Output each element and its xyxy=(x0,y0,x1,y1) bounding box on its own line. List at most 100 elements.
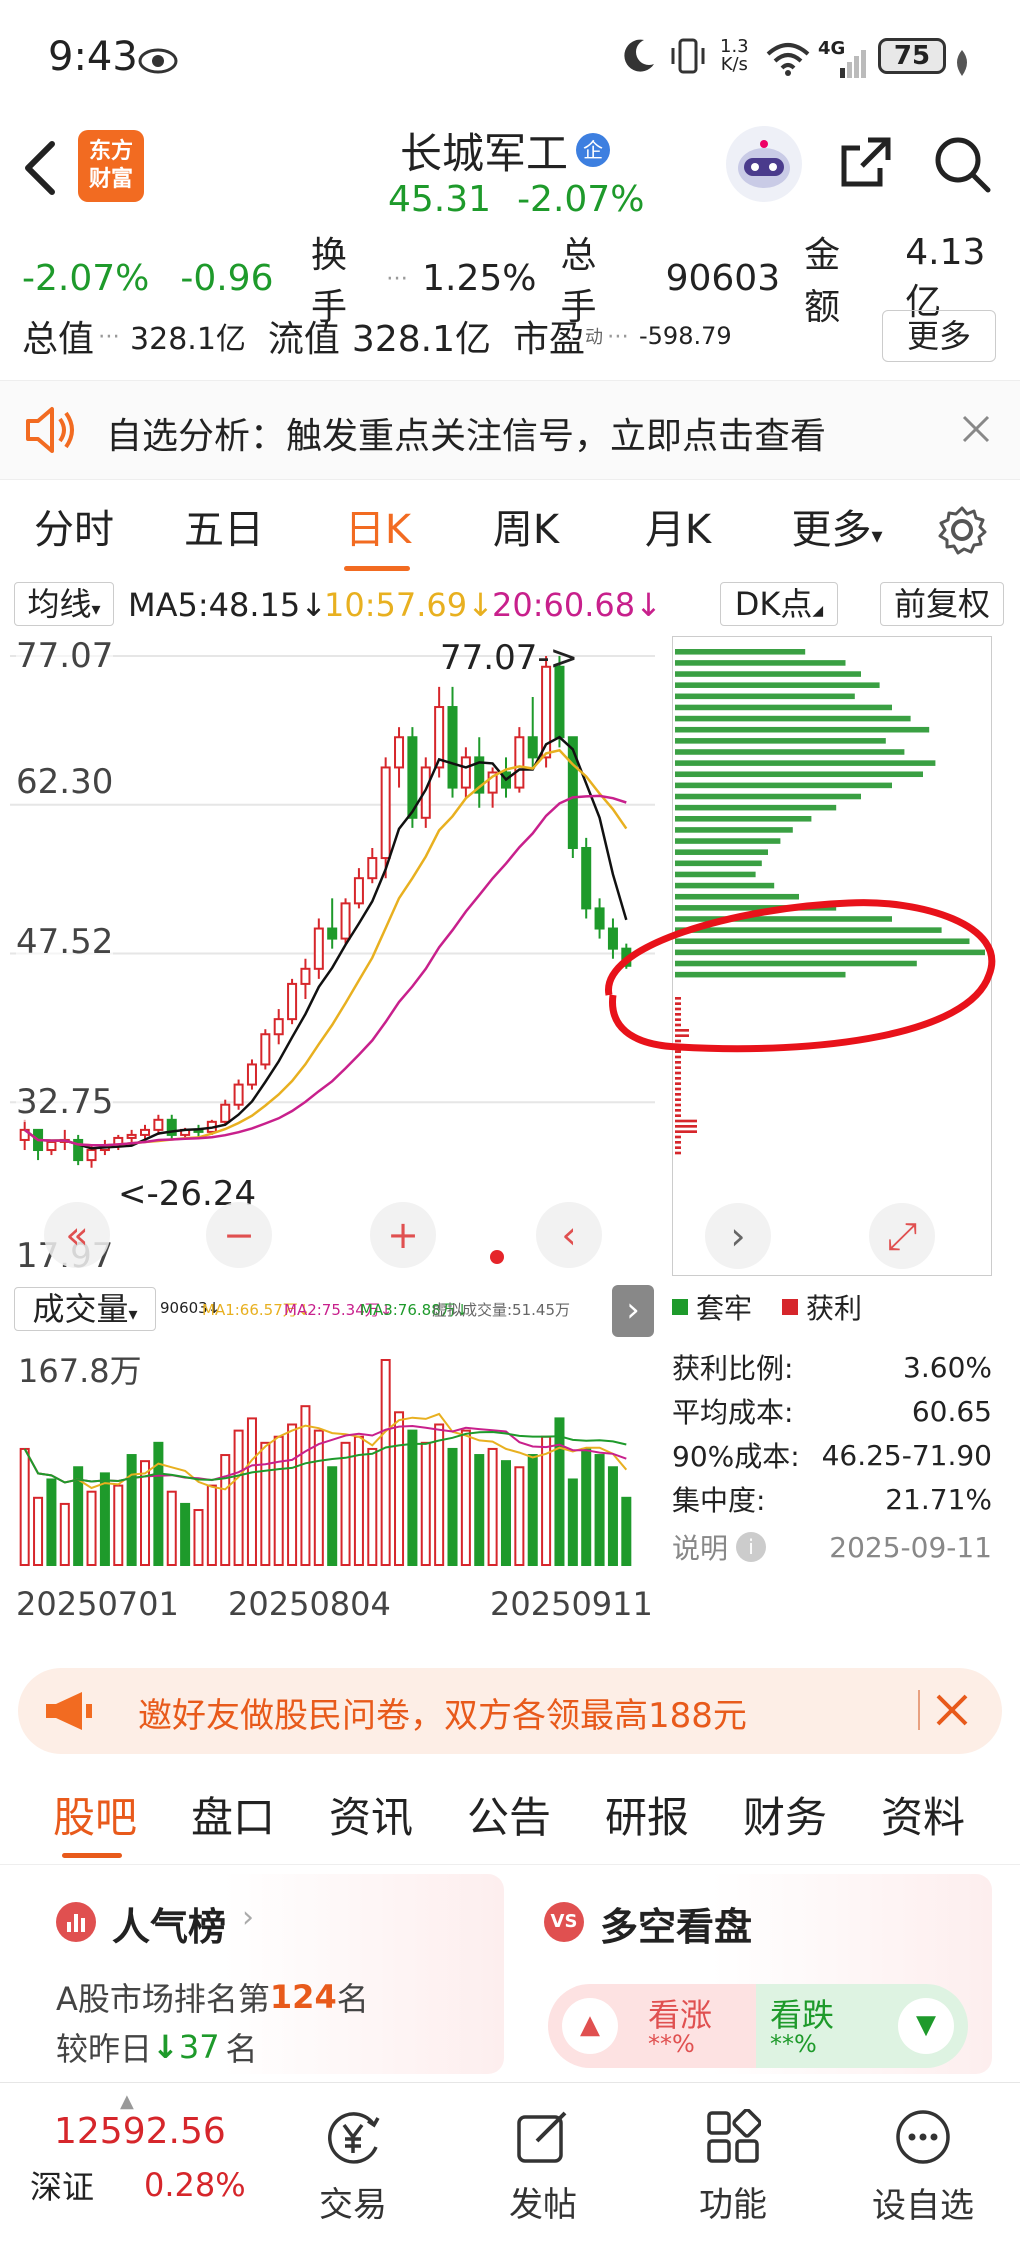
expand-panel-button[interactable]: › xyxy=(612,1285,654,1337)
volume-bar xyxy=(380,1359,391,1566)
more-quote-button[interactable]: 更多 xyxy=(882,310,996,362)
robot-assistant-icon[interactable] xyxy=(726,126,802,202)
tab-pankou[interactable]: 盘口 xyxy=(178,1775,288,1861)
nav-add-watchlist[interactable]: 设自选 xyxy=(848,2083,998,2251)
candle-body xyxy=(353,877,364,905)
chip-green-bar xyxy=(675,793,861,800)
volume-bar xyxy=(193,1509,204,1566)
volume-max-label: 167.8万 xyxy=(18,1352,142,1390)
zoom-out-button[interactable]: − xyxy=(206,1202,272,1268)
signal-icon xyxy=(838,42,868,88)
rank-suffix: 名 xyxy=(336,1980,369,2018)
tab-research[interactable]: 研报 xyxy=(592,1775,702,1861)
share-icon[interactable] xyxy=(838,134,894,194)
zoom-in-button[interactable]: + xyxy=(370,1202,436,1268)
volume-bar xyxy=(33,1496,44,1566)
tab-news[interactable]: 资讯 xyxy=(316,1775,426,1861)
tab-guba[interactable]: 股吧 xyxy=(40,1775,150,1861)
gear-icon[interactable] xyxy=(936,504,988,566)
quote-row-2: 总值 ⋯ 328.1亿 流值 328.1亿 市盈 动 ⋯ -598.79 xyxy=(22,308,732,364)
volume-chart[interactable]: 167.8万 xyxy=(10,1340,655,1570)
tab-daily-k[interactable]: 日K xyxy=(318,490,438,570)
nav-trade[interactable]: 交易 xyxy=(278,2083,428,2251)
volume-bar xyxy=(86,1490,97,1567)
info-icon[interactable]: ⋯ xyxy=(607,324,629,349)
bull-bear-card[interactable]: VS 多空看盘 ▲ 看涨 **% 看跌 **% ▼ xyxy=(524,1874,992,2074)
dk-point-button[interactable]: DK点◢ xyxy=(720,582,838,626)
chip-green-bar xyxy=(675,827,793,833)
chip-stat-label: 平均成本: xyxy=(672,1396,794,1429)
battery-indicator: 75 xyxy=(878,38,946,74)
tab-weekly-k[interactable]: 周K xyxy=(466,490,586,570)
high-annotation: 77.07-> xyxy=(440,638,579,678)
tab-five-day[interactable]: 五日 xyxy=(164,490,284,570)
volume-bar xyxy=(487,1447,498,1566)
nav-post[interactable]: 发帖 xyxy=(468,2083,618,2251)
rewind-button[interactable]: « xyxy=(44,1202,110,1268)
chip-distribution[interactable]: › ⤢ xyxy=(605,636,996,1276)
index-ticker[interactable]: 12592.56 深证 0.28% xyxy=(30,2111,290,2231)
volume-selector[interactable]: 成交量▾ xyxy=(14,1287,156,1331)
ma20-text: 20:60.68 xyxy=(492,586,636,624)
scroll-right-button[interactable]: › xyxy=(705,1203,771,1269)
tab-intraday[interactable]: 分时 xyxy=(14,490,134,570)
tab-profile[interactable]: 资料 xyxy=(868,1775,978,1861)
logo-line2: 财富 xyxy=(88,167,133,192)
logo-line1: 东方 xyxy=(88,139,133,164)
chip-green-bar xyxy=(675,849,768,855)
candle-body xyxy=(287,982,298,1021)
tab-announcements[interactable]: 公告 xyxy=(454,1775,564,1861)
bull-button[interactable]: ▲ 看涨 **% xyxy=(548,1984,756,2068)
volume-bar xyxy=(394,1411,405,1566)
x-tick-1: 20250701 xyxy=(16,1585,179,1623)
candle-body xyxy=(380,766,391,860)
chip-note[interactable]: 说明 i 2025-09-11 xyxy=(672,1525,992,1569)
page-dot xyxy=(490,1250,504,1264)
candle-body xyxy=(246,1063,257,1086)
search-icon[interactable] xyxy=(932,134,992,198)
nav-functions[interactable]: 功能 xyxy=(658,2083,808,2251)
stock-name: 长城军工 xyxy=(400,128,569,178)
chip-green-bar xyxy=(675,660,846,666)
volume-bar xyxy=(434,1423,445,1566)
info-icon[interactable]: ⋯ xyxy=(98,324,120,349)
mktcap-value: 328.1亿 xyxy=(130,322,246,357)
chip-green-bar xyxy=(675,738,886,744)
tab-monthly-k[interactable]: 月K xyxy=(618,490,738,570)
nav-post-label: 发帖 xyxy=(509,2184,577,2225)
kline-chart[interactable]: 77.07 62.30 47.52 32.75 17.97 77.07-> <-… xyxy=(10,636,655,1276)
tab-more[interactable]: 更多▾ xyxy=(772,490,902,570)
chip-green-bar xyxy=(675,693,855,700)
candle-body xyxy=(527,736,538,759)
volume-bar xyxy=(153,1441,164,1566)
expand-icon[interactable]: ⤢ xyxy=(869,1203,935,1269)
tab-finance[interactable]: 财务 xyxy=(730,1775,840,1861)
close-icon[interactable] xyxy=(958,411,994,451)
candle-body xyxy=(447,706,458,789)
candle-body xyxy=(233,1083,244,1106)
notice-bar[interactable]: 自选分析：触发重点关注信号，立即点击查看 xyxy=(0,380,1020,480)
close-icon[interactable] xyxy=(934,1692,970,1732)
volume-selector-label: 成交量 xyxy=(32,1290,129,1328)
chip-red-bar xyxy=(675,1141,681,1144)
volume-bar xyxy=(166,1490,177,1567)
volume-bar xyxy=(527,1454,538,1566)
ma-selector[interactable]: 均线▾ xyxy=(14,582,114,626)
popularity-card[interactable]: 人气榜 › A股市场排名第 124 名 较昨日 ↓ 37 名 xyxy=(36,1874,504,2074)
ma10-value: 10:57.69↓ xyxy=(324,586,494,624)
bear-button[interactable]: 看跌 **% ▼ xyxy=(756,1984,968,2068)
quote-panel: -2.07% -0.96 换手 ⋯ 1.25% 总手 90603 金额 4.13… xyxy=(0,228,1020,378)
candle-body xyxy=(514,736,525,789)
scroll-left-button[interactable]: ‹ xyxy=(536,1202,602,1268)
forward-adjust-button[interactable]: 前复权 xyxy=(880,582,1004,626)
info-icon[interactable]: ⋯ xyxy=(386,266,408,291)
chip-stat-row: 平均成本: 60.65 xyxy=(672,1389,992,1433)
index-change: 0.28% xyxy=(144,2166,246,2204)
promo-banner[interactable]: 邀好友做股民问卷，双方各领最高188元 xyxy=(18,1668,1002,1754)
ma-selector-label: 均线 xyxy=(27,585,92,623)
back-icon[interactable] xyxy=(20,138,60,202)
candle-body xyxy=(367,857,378,880)
chip-green-bar xyxy=(675,804,837,811)
x-tick-2: 20250804 xyxy=(228,1585,391,1623)
chip-green-bar xyxy=(675,760,936,766)
